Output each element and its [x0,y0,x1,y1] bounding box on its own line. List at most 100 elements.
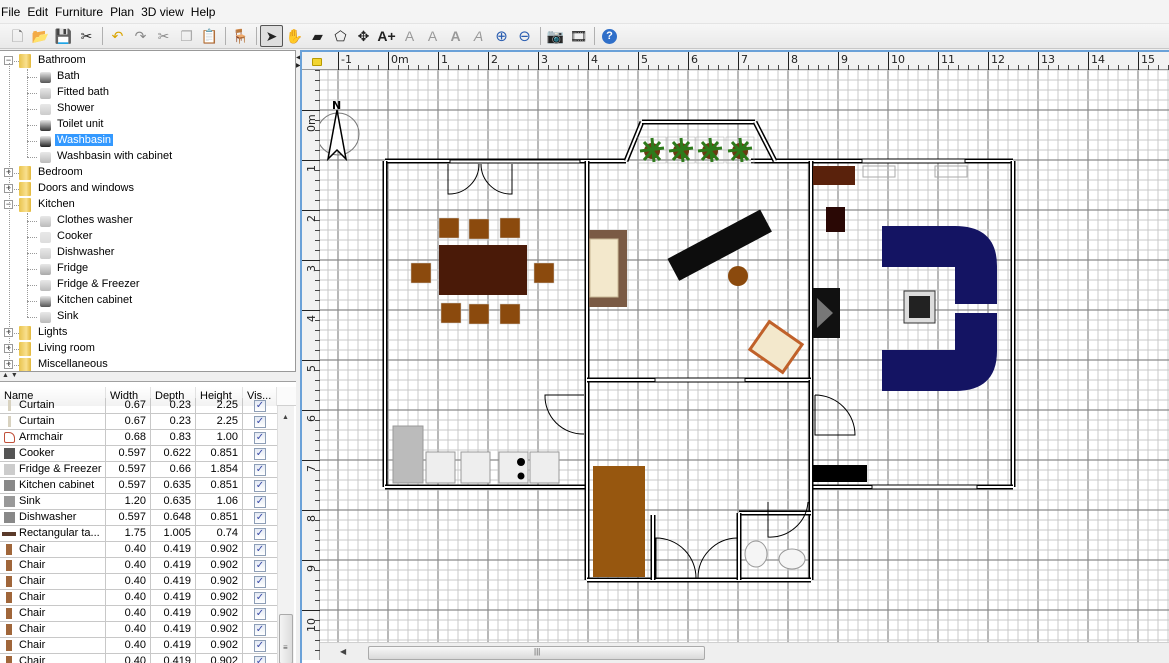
undo-button[interactable]: ↶ [106,25,129,47]
table-row[interactable]: Fridge & Freezer 0.597 0.66 1.854 ✓ [0,462,277,478]
italic-text-button[interactable]: A [467,25,490,47]
scroll-left-arrow-icon[interactable]: ◀ [340,647,346,656]
catalog-category-kitchen[interactable]: − Kitchen [0,197,295,213]
visible-checkbox[interactable]: ✓ [254,448,266,460]
catalog-item[interactable]: Toilet unit [0,117,295,133]
visible-checkbox[interactable]: ✓ [254,400,266,412]
table-row[interactable]: Chair 0.40 0.419 0.902 ✓ [0,622,277,638]
catalog-item[interactable]: Fridge [0,261,295,277]
redo-button[interactable]: ↷ [129,25,152,47]
plan-horizontal-scrollbar[interactable]: ◀ ||| [320,642,1169,663]
scrollbar-thumb[interactable]: ≡ [279,614,293,663]
visible-checkbox[interactable]: ✓ [254,480,266,492]
select-mode-button[interactable]: ➤ [260,25,283,47]
table-row[interactable]: Chair 0.40 0.419 0.902 ✓ [0,542,277,558]
table-row[interactable]: Chair 0.40 0.419 0.902 ✓ [0,606,277,622]
add-furniture-button[interactable]: 🪑 [229,25,252,47]
catalog-category-bedroom[interactable]: + Bedroom [0,165,295,181]
visible-checkbox[interactable]: ✓ [254,528,266,540]
catalog-item[interactable]: Fitted bath [0,85,295,101]
catalog-category-bathroom[interactable]: − Bathroom [0,53,295,69]
visible-checkbox[interactable]: ✓ [254,656,266,663]
increase-text-size-button[interactable]: A [398,25,421,47]
table-row[interactable]: Chair 0.40 0.419 0.902 ✓ [0,590,277,606]
cut-button[interactable]: ✂ [152,25,175,47]
catalog-category-doors-and-windows[interactable]: + Doors and windows [0,181,295,197]
zoom-out-button[interactable]: ⊖ [513,25,536,47]
create-photo-button[interactable]: 📷 [544,25,567,47]
table-row[interactable]: Armchair 0.68 0.83 1.00 ✓ [0,430,277,446]
catalog-item[interactable]: Dishwasher [0,245,295,261]
table-row[interactable]: Dishwasher 0.597 0.648 0.851 ✓ [0,510,277,526]
menu-help[interactable]: Help [189,5,221,19]
add-text-button[interactable]: A+ [375,25,398,47]
table-row[interactable]: Chair 0.40 0.419 0.902 ✓ [0,558,277,574]
copy-button[interactable]: ❐ [175,25,198,47]
table-row[interactable]: Curtain 0.67 0.23 2.25 ✓ [0,414,277,430]
save-button[interactable]: 💾 [52,25,75,47]
visible-checkbox[interactable]: ✓ [254,544,266,556]
zoom-out-icon: ⊖ [518,27,531,45]
create-dimensions-button[interactable]: ✥ [352,25,375,47]
create-rooms-button[interactable]: ⬠ [329,25,352,47]
catalog-item[interactable]: Clothes washer [0,213,295,229]
lock-icon[interactable] [312,58,322,66]
table-row[interactable]: Chair 0.40 0.419 0.902 ✓ [0,654,277,663]
preferences-button[interactable]: ✂ [75,25,98,47]
catalog-category-lights[interactable]: + Lights [0,325,295,341]
name-text: Chair [19,591,46,603]
scroll-up-arrow-icon[interactable]: ▲ [282,414,289,421]
decrease-text-size-button[interactable]: A [421,25,444,47]
table-row[interactable]: Cooker 0.597 0.622 0.851 ✓ [0,446,277,462]
catalog-item[interactable]: Cooker [0,229,295,245]
catalog-item[interactable]: Washbasin with cabinet [0,149,295,165]
visible-checkbox[interactable]: ✓ [254,624,266,636]
catalog-item[interactable]: Bath [0,69,295,85]
create-video-button[interactable]: 🎞 [567,25,590,47]
visible-checkbox[interactable]: ✓ [254,576,266,588]
menu-edit[interactable]: Edit [25,5,53,19]
menu-plan[interactable]: Plan [108,5,139,19]
table-row[interactable]: Sink 1.20 0.635 1.06 ✓ [0,494,277,510]
catalog-category-miscellaneous[interactable]: + Miscellaneous [0,357,295,371]
visible-checkbox[interactable]: ✓ [254,512,266,524]
bold-text-button[interactable]: A [444,25,467,47]
visible-checkbox[interactable]: ✓ [254,416,266,428]
new-home-button[interactable]: 🗋 [6,25,29,47]
sofa-top [882,226,997,304]
menu-furniture[interactable]: Furniture [53,5,108,19]
catalog-item[interactable]: Washbasin [0,133,295,149]
paste-button[interactable]: 📋 [198,25,221,47]
catalog-item[interactable]: Sink [0,309,295,325]
visible-checkbox[interactable]: ✓ [254,592,266,604]
help-button[interactable]: ? [598,25,621,47]
catalog-item[interactable]: Fridge & Freezer [0,277,295,293]
menu-3d-view[interactable]: 3D view [139,5,189,19]
table-row[interactable]: Chair 0.40 0.419 0.902 ✓ [0,574,277,590]
visible-checkbox[interactable]: ✓ [254,560,266,572]
table-row[interactable]: Kitchen cabinet 0.597 0.635 0.851 ✓ [0,478,277,494]
table-vertical-scrollbar[interactable]: ▲ ≡ [277,406,294,663]
visible-checkbox[interactable]: ✓ [254,496,266,508]
zoom-in-button[interactable]: ⊕ [490,25,513,47]
pan-mode-button[interactable]: ✋ [283,25,306,47]
floor-plan-canvas[interactable]: N [320,70,1169,642]
visible-checkbox[interactable]: ✓ [254,464,266,476]
catalog-item[interactable]: Shower [0,101,295,117]
table-row[interactable]: Curtain 0.67 0.23 2.25 ✓ [0,398,277,414]
catalog-category-living-room[interactable]: + Living room [0,341,295,357]
scrollbar-thumb[interactable]: ||| [368,646,705,660]
ruler-major-tick [302,610,320,611]
cell-visible: ✓ [243,526,277,542]
menu-file[interactable]: File [0,5,25,19]
plan-view[interactable]: -1 0m 1 2 3 4 5 6 7 8 9 10 11 12 13 14 15 0m 1 2 3 4 5 6 7 8 9 10 … [300,50,1169,663]
catalog-item[interactable]: Kitchen cabinet [0,293,295,309]
visible-checkbox[interactable]: ✓ [254,640,266,652]
horizontal-split-handle[interactable]: ▲ ▼ [0,372,296,380]
create-walls-button[interactable]: ▰ [306,25,329,47]
table-row[interactable]: Chair 0.40 0.419 0.902 ✓ [0,638,277,654]
open-button[interactable]: 📂 [29,25,52,47]
visible-checkbox[interactable]: ✓ [254,432,266,444]
table-row[interactable]: Rectangular ta... 1.75 1.005 0.74 ✓ [0,526,277,542]
visible-checkbox[interactable]: ✓ [254,608,266,620]
